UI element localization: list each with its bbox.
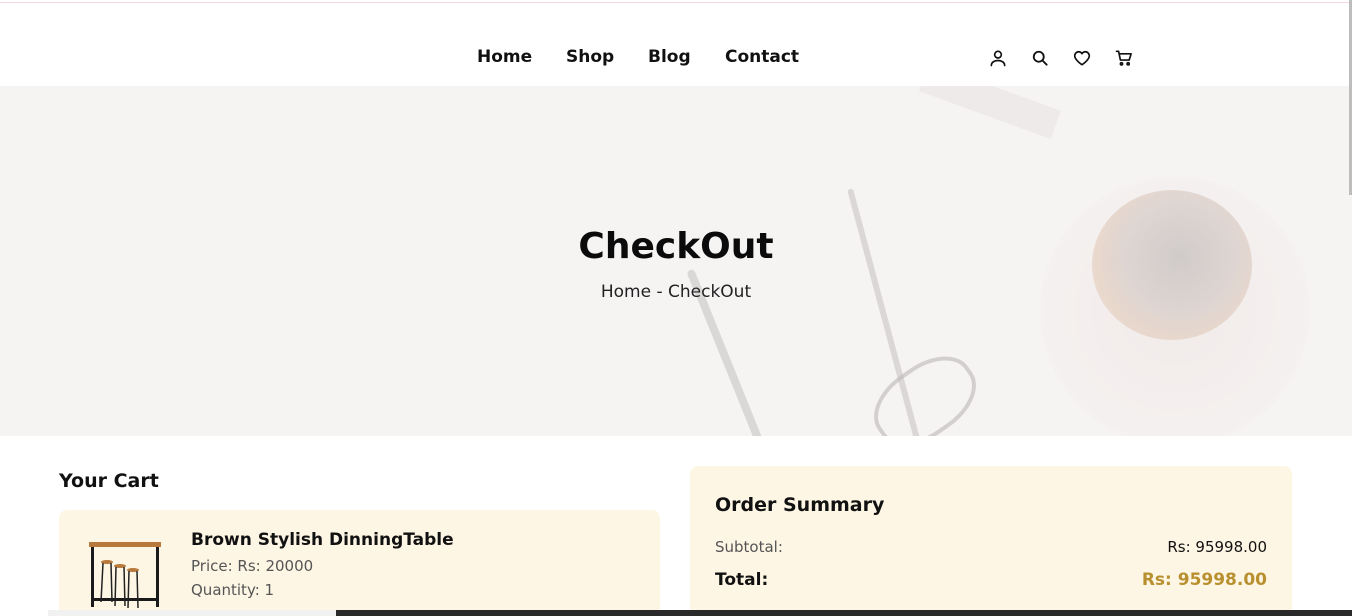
glasses-lens-image: [859, 340, 991, 436]
hero-banner: CheckOut Home - CheckOut: [0, 86, 1352, 436]
page-title: CheckOut: [578, 226, 774, 267]
subtotal-label: Subtotal:: [715, 538, 783, 556]
user-icon[interactable]: [987, 47, 1009, 69]
search-icon[interactable]: [1029, 47, 1051, 69]
nav-contact-link[interactable]: Contact: [725, 47, 799, 67]
total-value: Rs: 95998.00: [1141, 570, 1267, 590]
product-quantity: Quantity: 1: [191, 581, 275, 599]
cart-heading: Your Cart: [59, 470, 159, 492]
bottom-tab: [48, 610, 336, 616]
breadcrumb-text: Home - CheckOut: [600, 282, 752, 302]
cart-icon[interactable]: [1113, 47, 1135, 69]
order-summary-title: Order Summary: [715, 494, 885, 516]
product-name: Brown Stylish DinningTable: [191, 530, 454, 550]
subtotal-value: Rs: 95998.00: [1167, 538, 1267, 556]
order-summary-card: Order Summary Subtotal: Rs: 95998.00 Tot…: [690, 466, 1292, 616]
navbar: Home Shop Blog Contact: [0, 3, 1352, 86]
breadcrumb: Home - CheckOut: [0, 282, 1352, 302]
nav-shop-link[interactable]: Shop: [566, 47, 614, 67]
nav-home-link[interactable]: Home: [477, 47, 532, 67]
nav-blog-link[interactable]: Blog: [648, 47, 691, 67]
product-price: Price: Rs: 20000: [191, 557, 314, 575]
heart-icon[interactable]: [1071, 47, 1093, 69]
total-label: Total:: [715, 570, 769, 590]
dining-table-image: [87, 540, 163, 610]
cart-item: Brown Stylish DinningTable Price: Rs: 20…: [59, 510, 660, 616]
hero-decoration: [919, 86, 1061, 140]
